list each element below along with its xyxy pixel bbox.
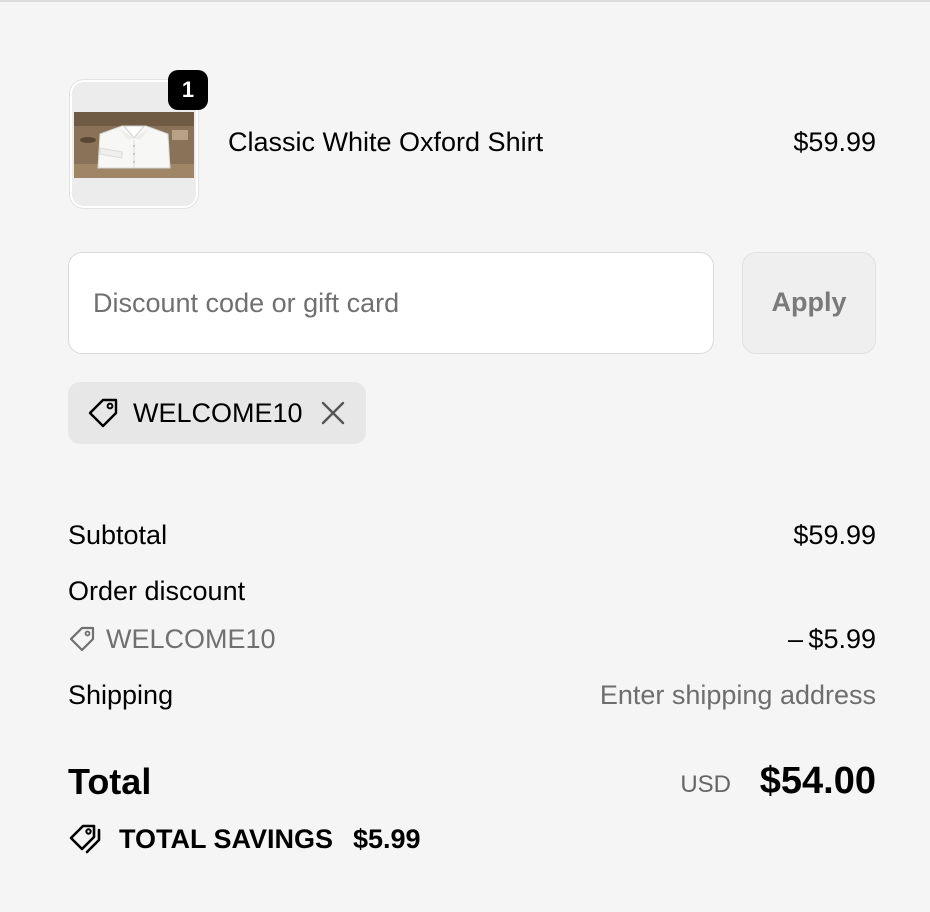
currency-code: USD	[680, 771, 731, 798]
subtotal-row: Subtotal $59.99	[68, 518, 876, 552]
tags-icon	[69, 824, 101, 854]
quantity-badge: 1	[168, 70, 208, 110]
applied-discount-chip: WELCOME10	[68, 382, 366, 444]
shipping-label: Shipping	[68, 680, 174, 710]
subtotal-value: $59.99	[793, 520, 876, 550]
subtotal-label: Subtotal	[68, 520, 168, 550]
product-name: Classic White Oxford Shirt	[228, 127, 544, 157]
close-icon[interactable]	[320, 400, 346, 426]
discount-code-row: WELCOME10 – $5.99	[68, 622, 876, 656]
total-savings-amount: $5.99	[353, 824, 421, 854]
shipping-value: Enter shipping address	[599, 680, 876, 710]
order-discount-row: Order discount	[68, 574, 876, 608]
total-label: Total	[68, 761, 152, 802]
applied-code-label: WELCOME10	[133, 398, 303, 428]
discount-code-label: WELCOME10	[106, 624, 276, 654]
total-savings-label: TOTAL SAVINGS	[119, 824, 334, 854]
total-savings-row: TOTAL SAVINGS $5.99	[68, 820, 568, 856]
discount-value: – $5.99	[788, 624, 876, 654]
total-row: Total USD $54.00	[68, 756, 876, 804]
cart-line-item: 1 Classic White Oxford Shirt $59.99	[70, 70, 876, 208]
tag-icon	[88, 398, 118, 428]
shipping-row: Shipping Enter shipping address	[68, 678, 876, 712]
top-divider	[0, 0, 930, 2]
discount-code-input[interactable]	[68, 252, 714, 354]
apply-button[interactable]: Apply	[742, 252, 876, 354]
total-amount: $54.00	[759, 760, 876, 802]
tag-icon	[69, 626, 95, 652]
order-discount-label: Order discount	[68, 576, 246, 606]
product-price: $59.99	[793, 127, 876, 157]
